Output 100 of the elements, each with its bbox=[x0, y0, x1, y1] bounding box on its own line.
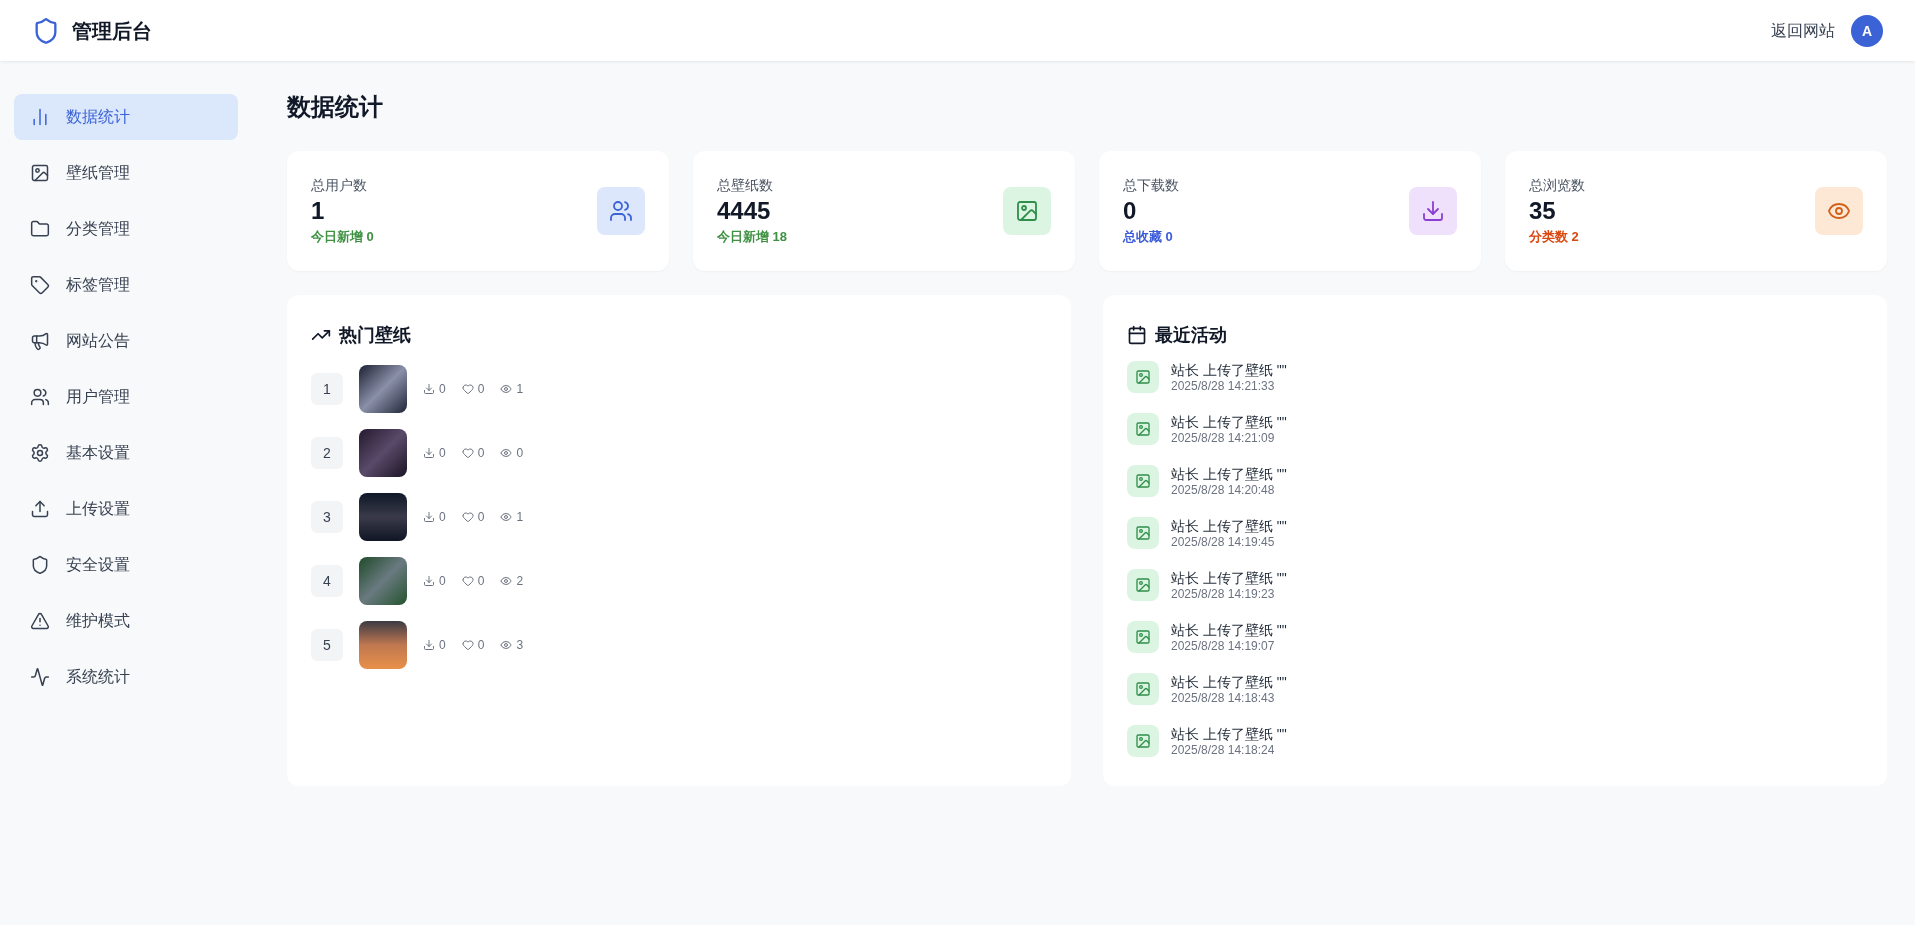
avatar[interactable]: A bbox=[1851, 14, 1883, 47]
activity-time: 2025/8/28 14:19:23 bbox=[1171, 586, 1276, 602]
image-icon bbox=[1135, 681, 1151, 697]
folder-icon bbox=[30, 219, 50, 239]
app-title: 管理后台 bbox=[72, 18, 152, 44]
like-count: 0 bbox=[477, 445, 485, 461]
rank-number: 3 bbox=[311, 501, 343, 533]
activity-text: 站长 上传了壁纸 "" bbox=[1171, 568, 1287, 587]
view-count: 3 bbox=[516, 637, 524, 653]
sidebar-item[interactable]: 分类管理 bbox=[14, 206, 238, 252]
panel-title: 热门壁纸 bbox=[339, 324, 411, 347]
photo-placeholder[interactable] bbox=[359, 429, 407, 477]
download-icon bbox=[423, 383, 435, 395]
sidebar-item[interactable]: 系统统计 bbox=[14, 654, 238, 700]
image-icon bbox=[30, 163, 50, 183]
download-count: 0 bbox=[439, 381, 446, 397]
activity-time: 2025/8/28 14:18:43 bbox=[1171, 690, 1276, 706]
sidebar-item[interactable]: 用户管理 bbox=[14, 374, 238, 420]
download-icon bbox=[423, 511, 435, 523]
activity-text: 站长 上传了壁纸 "" bbox=[1171, 724, 1287, 743]
tag-icon bbox=[30, 275, 50, 295]
rank-number: 1 bbox=[311, 373, 343, 405]
stat-label: 总用户数 bbox=[311, 176, 368, 196]
warning-icon bbox=[30, 611, 50, 631]
view-count: 2 bbox=[516, 573, 524, 589]
download-icon bbox=[1421, 199, 1445, 223]
activity-text: 站长 上传了壁纸 "" bbox=[1171, 464, 1287, 483]
image-icon bbox=[1135, 421, 1151, 437]
stat-value: 35 bbox=[1529, 196, 1557, 227]
heart-icon bbox=[461, 383, 474, 395]
photo-placeholder[interactable] bbox=[359, 493, 407, 541]
stat-label: 总浏览数 bbox=[1529, 176, 1585, 196]
sidebar-item[interactable]: 标签管理 bbox=[14, 262, 238, 308]
sidebar-item[interactable]: 网站公告 bbox=[14, 318, 238, 364]
stat-subtext: 今日新增 0 bbox=[311, 228, 374, 247]
eye-icon bbox=[500, 639, 513, 651]
sidebar-item[interactable]: 安全设置 bbox=[14, 542, 238, 588]
photo-placeholder[interactable] bbox=[359, 621, 407, 669]
megaphone-icon bbox=[30, 331, 50, 351]
photo-placeholder[interactable] bbox=[359, 365, 407, 413]
view-count: 0 bbox=[516, 445, 524, 461]
stat-label: 总下载数 bbox=[1123, 176, 1179, 196]
activity-text: 站长 上传了壁纸 "" bbox=[1171, 672, 1287, 691]
back-to-site-link[interactable]: 返回网站 bbox=[1771, 18, 1835, 43]
image-icon bbox=[1135, 369, 1151, 385]
shield-icon bbox=[30, 555, 50, 575]
eye-icon bbox=[500, 447, 513, 459]
page-title: 数据统计 bbox=[287, 92, 384, 122]
stat-value: 0 bbox=[1123, 196, 1138, 227]
download-count: 0 bbox=[439, 445, 446, 461]
download-icon bbox=[423, 575, 435, 587]
image-icon bbox=[1135, 629, 1151, 645]
download-count: 0 bbox=[439, 573, 446, 589]
activity-time: 2025/8/28 14:19:45 bbox=[1171, 534, 1276, 550]
photo-placeholder[interactable] bbox=[359, 557, 407, 605]
activity-time: 2025/8/28 14:18:24 bbox=[1171, 742, 1276, 758]
stat-label: 总壁纸数 bbox=[717, 176, 774, 196]
activity-time: 2025/8/28 14:21:33 bbox=[1171, 378, 1276, 394]
activity-text: 站长 上传了壁纸 "" bbox=[1171, 620, 1287, 639]
sidebar-item[interactable]: 基本设置 bbox=[14, 430, 238, 476]
sidebar-item[interactable]: 壁纸管理 bbox=[14, 150, 238, 196]
image-icon bbox=[1015, 199, 1039, 223]
download-count: 0 bbox=[439, 637, 446, 653]
heart-icon bbox=[461, 511, 474, 523]
bar-chart-icon bbox=[30, 107, 50, 127]
activity-text: 站长 上传了壁纸 "" bbox=[1171, 412, 1287, 431]
like-count: 0 bbox=[477, 637, 485, 653]
download-count: 0 bbox=[439, 509, 446, 525]
activity-time: 2025/8/28 14:19:07 bbox=[1171, 638, 1276, 654]
stat-value: 1 bbox=[311, 196, 326, 227]
image-icon bbox=[1135, 473, 1151, 489]
activity-time: 2025/8/28 14:21:09 bbox=[1171, 430, 1276, 446]
panel-title: 最近活动 bbox=[1155, 324, 1227, 347]
upload-icon bbox=[30, 499, 50, 519]
activity-text: 站长 上传了壁纸 "" bbox=[1171, 516, 1287, 535]
rank-number: 4 bbox=[311, 565, 343, 597]
download-icon bbox=[423, 447, 435, 459]
view-count: 1 bbox=[516, 509, 524, 525]
pulse-icon bbox=[30, 667, 50, 687]
stat-value: 4445 bbox=[717, 196, 772, 227]
users-icon bbox=[30, 387, 50, 407]
activity-text: 站长 上传了壁纸 "" bbox=[1171, 360, 1287, 379]
sidebar-item[interactable]: 上传设置 bbox=[14, 486, 238, 532]
eye-icon bbox=[500, 511, 513, 523]
image-icon bbox=[1135, 733, 1151, 749]
heart-icon bbox=[461, 639, 474, 651]
image-icon bbox=[1135, 525, 1151, 541]
heart-icon bbox=[461, 575, 474, 587]
activity-time: 2025/8/28 14:20:48 bbox=[1171, 482, 1276, 498]
rank-number: 5 bbox=[311, 629, 343, 661]
stat-subtext: 分类数 2 bbox=[1529, 228, 1580, 247]
image-icon bbox=[1135, 577, 1151, 593]
settings-icon bbox=[30, 443, 50, 463]
eye-icon bbox=[500, 383, 513, 395]
heart-icon bbox=[461, 447, 474, 459]
sidebar-item[interactable]: 维护模式 bbox=[14, 598, 238, 644]
sidebar-item[interactable]: 数据统计 bbox=[14, 94, 238, 140]
users-icon bbox=[609, 199, 633, 223]
like-count: 0 bbox=[477, 573, 485, 589]
view-count: 1 bbox=[516, 381, 524, 397]
